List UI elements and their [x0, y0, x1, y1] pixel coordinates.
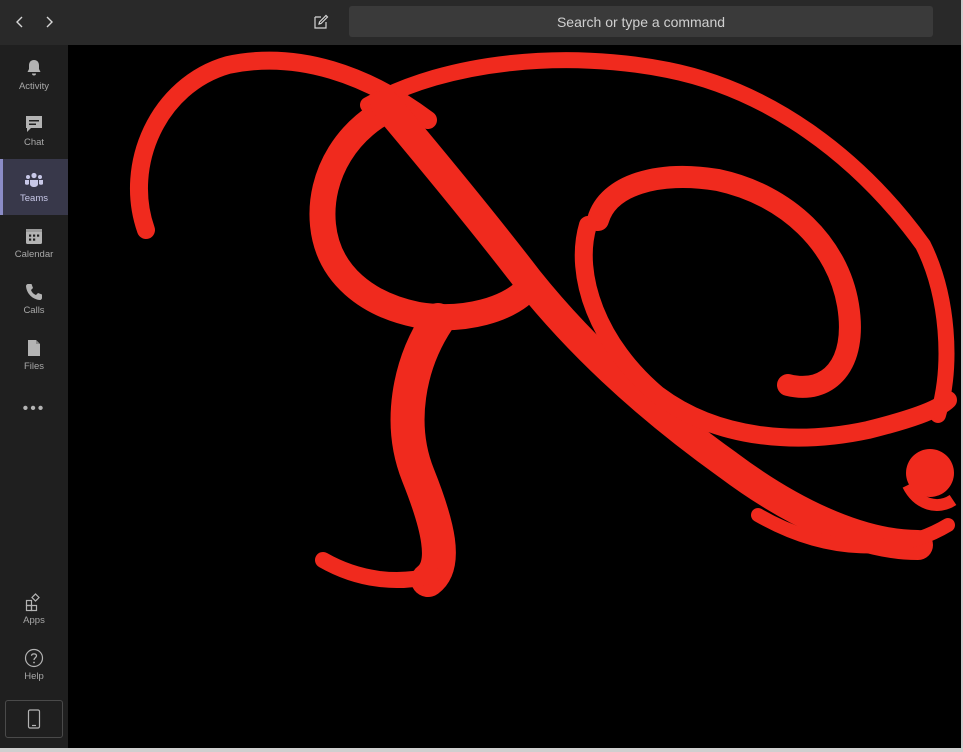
chevron-left-icon: [16, 16, 23, 28]
forward-button[interactable]: [39, 12, 59, 32]
calendar-icon: [24, 226, 44, 246]
chat-icon: [24, 114, 44, 134]
more-apps-button[interactable]: •••: [0, 397, 68, 421]
new-chat-button[interactable]: [311, 12, 331, 32]
rail-item-help[interactable]: Help: [0, 637, 68, 693]
file-icon: [24, 338, 44, 358]
rail-label-apps: Apps: [23, 615, 45, 626]
back-button[interactable]: [10, 12, 30, 32]
mobile-device-icon: [27, 709, 41, 729]
rail-item-apps[interactable]: Apps: [0, 581, 68, 637]
ellipsis-icon: •••: [22, 400, 46, 417]
search-input[interactable]: [349, 6, 933, 37]
apps-icon: [24, 592, 44, 612]
rail-item-files[interactable]: Files: [0, 327, 68, 383]
phone-icon: [24, 282, 44, 302]
calligraphic-letter-image: [130, 51, 957, 597]
rail-label-calls: Calls: [23, 305, 45, 316]
rail-item-activity[interactable]: Activity: [0, 47, 68, 103]
rail-label-chat: Chat: [23, 137, 45, 148]
rail-label-activity: Activity: [18, 81, 50, 92]
rail-label-teams: Teams: [20, 193, 48, 204]
chevron-right-icon: [46, 16, 53, 28]
app-rail: Activity Chat Teams Calendar Calls Files…: [0, 45, 68, 748]
rail-label-files: Files: [23, 361, 45, 372]
rail-item-teams[interactable]: Teams: [0, 159, 68, 215]
title-bar: [0, 0, 961, 45]
teams-window: Activity Chat: [0, 0, 963, 752]
rail-item-chat[interactable]: Chat: [0, 103, 68, 159]
rail-item-calendar[interactable]: Calendar: [0, 215, 68, 271]
help-icon: [24, 648, 44, 668]
rail-label-calendar: Calendar: [14, 249, 54, 260]
bell-icon: [24, 58, 44, 78]
mobile-app-button[interactable]: [5, 700, 63, 738]
content-area: [68, 45, 961, 748]
compose-icon: [314, 14, 329, 29]
rail-label-help: Help: [24, 671, 44, 682]
rail-item-calls[interactable]: Calls: [0, 271, 68, 327]
teams-icon: [24, 170, 44, 190]
